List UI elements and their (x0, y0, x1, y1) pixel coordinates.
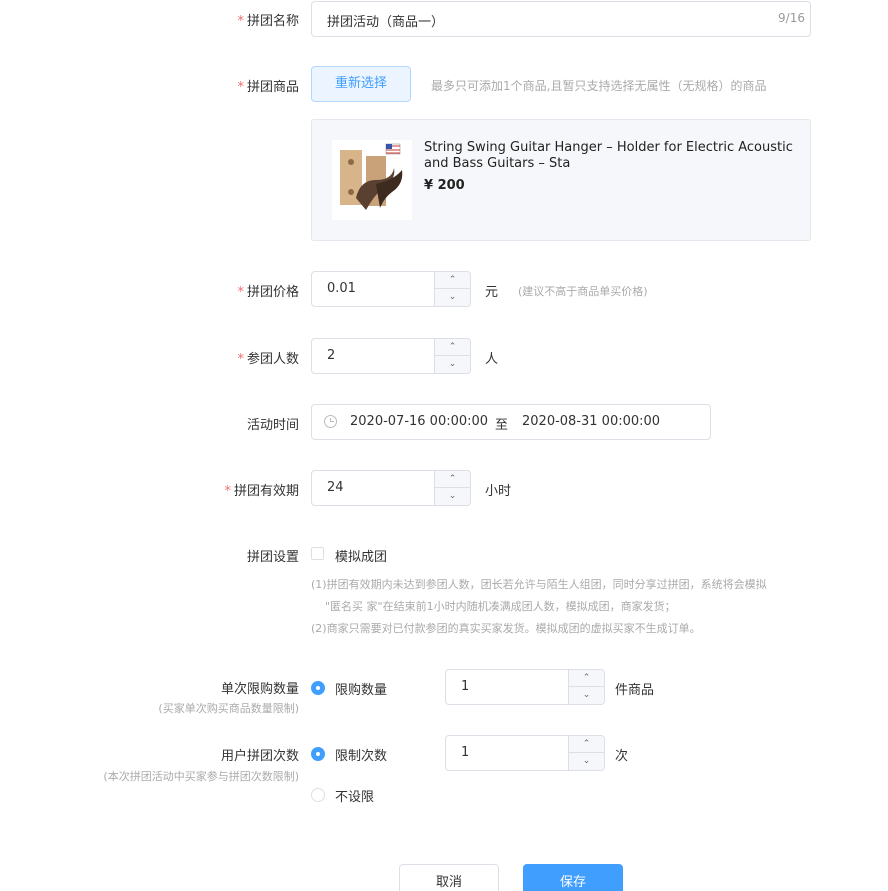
group-product-label: * 拼团商品 (237, 80, 299, 95)
start-time[interactable]: 2020-07-16 00:00:00 (350, 414, 488, 429)
chevron-up-icon[interactable]: ⌃ (569, 736, 604, 753)
user-join-unit: 次 (615, 749, 629, 764)
chevron-down-icon[interactable]: ⌄ (435, 289, 470, 306)
simulate-group-checkbox[interactable] (311, 547, 324, 560)
char-counter: 9/16 (778, 11, 805, 25)
chevron-up-icon[interactable]: ⌃ (435, 339, 470, 356)
settings-desc-line2: "匿名买 家"在结束前1小时内随机凑满成团人数，模拟成团，商家发货； (325, 600, 676, 613)
product-price: ¥ 200 (424, 178, 465, 193)
clock-icon (324, 415, 337, 428)
group-validity-stepper[interactable]: 24 ⌃ ⌄ (311, 470, 471, 506)
group-size-stepper[interactable]: 2 ⌃ ⌄ (311, 338, 471, 374)
simulate-group-label[interactable]: 模拟成团 (335, 546, 387, 565)
reselect-product-button[interactable]: 重新选择 (311, 66, 411, 102)
group-name-input[interactable]: 拼团活动（商品一） 9/16 (311, 1, 811, 37)
chevron-down-icon[interactable]: ⌄ (435, 356, 470, 373)
chevron-up-icon[interactable]: ⌃ (435, 272, 470, 289)
save-button[interactable]: 保存 (523, 864, 623, 891)
chevron-up-icon[interactable]: ⌃ (569, 670, 604, 687)
per-order-limit-sublabel: (买家单次购买商品数量限制) (158, 702, 299, 715)
size-unit: 人 (485, 352, 499, 367)
group-price-stepper[interactable]: 0.01 ⌃ ⌄ (311, 271, 471, 307)
settings-desc-line3: (2)商家只需要对已付款参团的真实买家发货。模拟成团的虚拟买家不生成订单。 (311, 622, 701, 635)
limit-times-radio[interactable] (311, 747, 325, 761)
price-unit: 元 (485, 285, 499, 300)
product-card: String Swing Guitar Hanger – Holder for … (311, 119, 811, 241)
chevron-down-icon[interactable]: ⌄ (569, 753, 604, 770)
validity-unit: 小时 (485, 484, 512, 499)
per-order-unit: 件商品 (615, 683, 655, 698)
limit-quantity-radio[interactable] (311, 681, 325, 695)
limit-times-label[interactable]: 限制次数 (335, 745, 387, 764)
user-join-limit-stepper[interactable]: 1 ⌃ ⌄ (445, 735, 605, 771)
group-name-label: * 拼团名称 (237, 14, 299, 29)
per-order-limit-label: 单次限购数量 (220, 682, 299, 697)
group-price-label: * 拼团价格 (237, 285, 299, 300)
price-hint: (建议不高于商品单买价格) (518, 285, 648, 298)
settings-desc-line1: (1)拼团有效期内未达到参团人数，团长若允许与陌生人组团，同时分享过拼团，系统将… (311, 578, 767, 591)
product-hint: 最多只可添加1个商品,且暂只支持选择无属性（无规格）的商品 (431, 79, 767, 93)
per-order-limit-stepper[interactable]: 1 ⌃ ⌄ (445, 669, 605, 705)
group-size-label: * 参团人数 (237, 352, 299, 367)
chevron-up-icon[interactable]: ⌃ (435, 471, 470, 488)
end-time[interactable]: 2020-08-31 00:00:00 (522, 414, 660, 429)
user-join-limit-label: 用户拼团次数 (220, 749, 299, 764)
chevron-down-icon[interactable]: ⌄ (435, 488, 470, 505)
activity-time-range-picker[interactable]: 2020-07-16 00:00:00 至 2020-08-31 00:00:0… (311, 404, 711, 440)
unlimited-label[interactable]: 不设限 (335, 786, 374, 805)
activity-time-label: 活动时间 (246, 418, 299, 433)
product-title: String Swing Guitar Hanger – Holder for … (424, 140, 793, 171)
user-join-limit-sublabel: (本次拼团活动中买家参与拼团次数限制) (103, 770, 299, 783)
product-image (332, 140, 412, 220)
group-settings-label: 拼团设置 (246, 550, 299, 565)
limit-quantity-label[interactable]: 限购数量 (335, 679, 387, 698)
cancel-button[interactable]: 取消 (399, 864, 499, 891)
group-validity-label: * 拼团有效期 (224, 484, 299, 499)
range-separator: 至 (495, 418, 509, 433)
unlimited-radio[interactable] (311, 788, 325, 802)
chevron-down-icon[interactable]: ⌄ (569, 687, 604, 704)
